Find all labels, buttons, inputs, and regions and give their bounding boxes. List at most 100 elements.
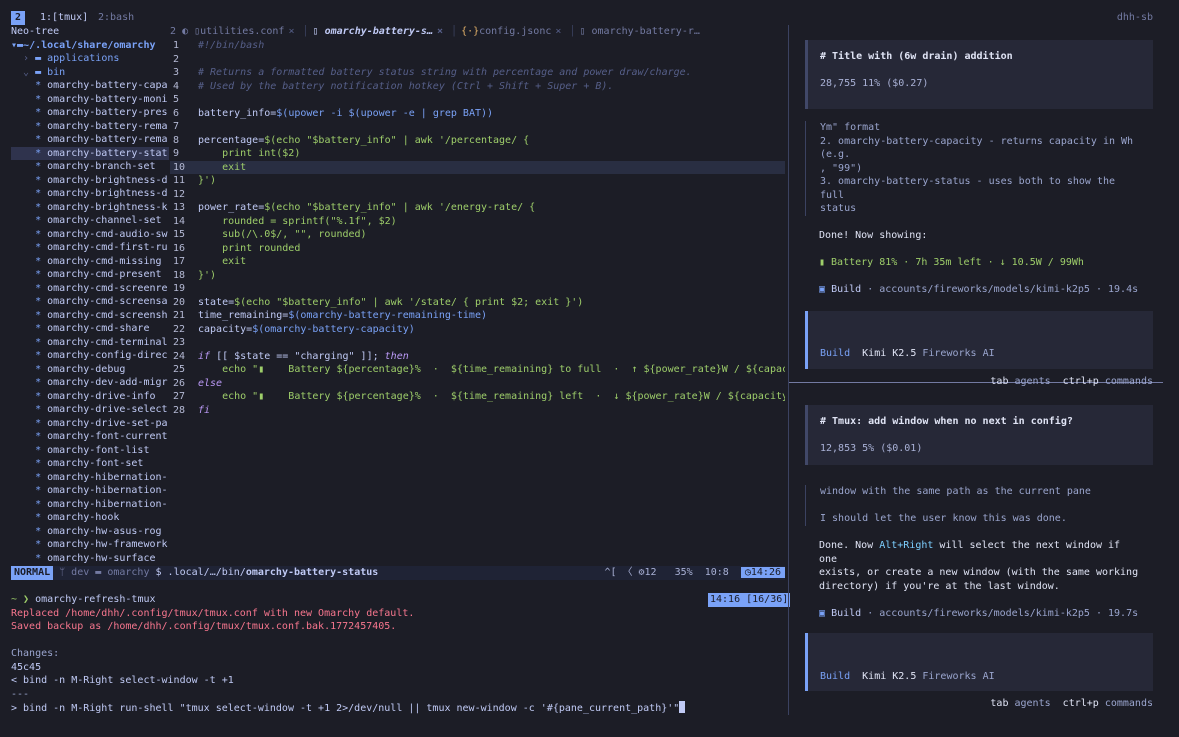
tree-file[interactable]: * omarchy-dev-add-migr (11, 376, 169, 390)
tree-header: Neo-tree (11, 26, 60, 37)
tree-dir-applications[interactable]: › ▬ applications (11, 52, 169, 66)
tree-file[interactable]: * omarchy-hw-surface (11, 552, 169, 566)
battery-output: ▮ Battery 81% · 7h 35m left · ↓ 10.5W / … (819, 257, 1084, 268)
tree-file[interactable]: * omarchy-config-direc (11, 349, 169, 363)
back-icon: ◐ (182, 26, 189, 37)
terminal-line: 45c45 (11, 661, 42, 673)
terminal-pane[interactable]: ~ ❯ omarchy-refresh-tmux Replaced /home/… (11, 593, 785, 723)
tree-file[interactable]: * omarchy-cmd-terminal (11, 336, 169, 350)
project-folder: omarchy (101, 567, 150, 578)
tree-file[interactable]: * omarchy-hw-asus-rog (11, 525, 169, 539)
tree-file[interactable]: * omarchy-font-set (11, 457, 169, 471)
executable-icon: * (11, 215, 48, 226)
chevron-right-icon: › (11, 53, 36, 64)
file-path-name: omarchy-battery-status (245, 567, 379, 578)
tree-file[interactable]: * omarchy-font-current (11, 430, 169, 444)
tree-file[interactable]: * omarchy-hibernation- (11, 471, 169, 485)
file-icon: ▯ (579, 26, 592, 37)
braces-icon: {·} (461, 26, 480, 37)
editor-tabs: 2 ◐ ▯utilities.conf × │ ▯ omarchy-battery-… (170, 25, 785, 39)
tree-file[interactable]: * omarchy-hibernation- (11, 484, 169, 498)
tmux-window-1[interactable]: 1:[tmux] (40, 11, 88, 25)
tab-omarchy-battery-remaining[interactable]: │ ▯ omarchy-battery-r… (569, 25, 699, 39)
tree-file[interactable]: * omarchy-channel-set (11, 214, 169, 228)
close-icon[interactable]: × (555, 26, 561, 37)
terminal-line: Replaced /home/dhh/.config/tmux/tmux.con… (11, 607, 415, 619)
tree-file[interactable]: * omarchy-cmd-share (11, 322, 169, 336)
tree-file[interactable]: * omarchy-battery-stat (11, 146, 169, 160)
tree-file[interactable]: * omarchy-cmd-screensh (11, 309, 169, 323)
tree-file[interactable]: * omarchy-battery-pres (11, 106, 169, 120)
tmux-status-bar (0, 0, 1179, 26)
executable-icon: * (11, 201, 48, 213)
tree-file[interactable]: * omarchy-cmd-screensa (11, 295, 169, 309)
tree-file[interactable]: * omarchy-cmd-audio-sw (11, 228, 169, 242)
code-line: 3 # Returns a formatted battery status st… (173, 67, 692, 78)
tree-file[interactable]: * omarchy-cmd-first-ru (11, 241, 169, 255)
executable-icon: * (11, 417, 48, 429)
executable-icon: * (11, 296, 48, 307)
tree-file[interactable]: * omarchy-cmd-missing (11, 255, 169, 269)
tree-file[interactable]: * omarchy-drive-info (11, 390, 169, 404)
executable-icon: * (11, 161, 48, 172)
terminal-cursor (679, 701, 686, 713)
close-icon[interactable]: × (437, 26, 443, 37)
chevron-down-icon: ⌄ (11, 66, 36, 78)
tree-file[interactable]: * omarchy-hook (11, 511, 169, 525)
code-line: 2 (173, 53, 180, 65)
tree-file[interactable]: * omarchy-drive-set-pa (11, 417, 169, 431)
executable-icon: * (11, 120, 48, 132)
prompt-input[interactable]: Build Kimi K2.5 Fireworks AI (805, 633, 1153, 691)
tree-file[interactable]: * omarchy-brightness-k (11, 201, 169, 215)
folder-icon: ▬ (89, 567, 102, 578)
tab-config-jsonc[interactable]: │ {·}config.jsonc × (451, 25, 561, 39)
tmux-window-2[interactable]: 2:bash (98, 11, 134, 25)
tree-file[interactable]: * omarchy-battery-moni (11, 93, 169, 107)
tree-file[interactable]: * omarchy-debug (11, 363, 169, 377)
executable-icon: * (11, 242, 48, 253)
tree-root[interactable]: ▾▬~/.local/share/omarchy (11, 39, 169, 53)
tree-file[interactable]: * omarchy-drive-select (11, 403, 169, 417)
code-line: 27 echo "▮ Battery ${percentage}% · ${ti… (173, 391, 785, 402)
session-header: # Title with (6w drain) addition 28,755 … (805, 40, 1153, 109)
file-icon: ▯ (312, 26, 325, 37)
executable-icon: * (11, 390, 48, 402)
code-line: 26 else (173, 377, 223, 389)
prompt-input[interactable]: Build Kimi K2.5 Fireworks AI (805, 310, 1153, 369)
tab-omarchy-battery-status[interactable]: │ ▯ omarchy-battery-s… × (303, 25, 443, 39)
tree-dir-bin[interactable]: ⌄ ▬ bin (11, 66, 169, 80)
gear-icon: ▣ (819, 284, 826, 295)
tmux-window-number[interactable]: 2 (11, 11, 26, 25)
tmux-hostname: dhh-sb (1116, 12, 1153, 23)
close-icon[interactable]: × (288, 26, 294, 37)
tree-file[interactable]: * omarchy-cmd-screenre (11, 282, 169, 296)
tree-file[interactable]: * omarchy-brightness-d (11, 187, 169, 201)
agent-session-2: # Tmux: add window when no next in confi… (805, 405, 1153, 711)
tree-file[interactable]: * omarchy-battery-capa (11, 79, 169, 93)
executable-icon: * (11, 336, 48, 348)
code-line-current: 10 exit (170, 160, 785, 174)
tree-file[interactable]: * omarchy-cmd-present (11, 268, 169, 282)
tree-file[interactable]: * omarchy-battery-rema (11, 133, 169, 147)
executable-icon: * (11, 255, 48, 267)
tree-file[interactable]: * omarchy-hibernation- (11, 498, 169, 512)
agent-session-1: # Title with (6w drain) addition 28,755 … (805, 40, 1153, 388)
tree-file[interactable]: * omarchy-brightness-d (11, 174, 169, 188)
assistant-reply: Done. Now Alt+Right will select the next… (819, 540, 1139, 619)
vim-mode: NORMAL (11, 566, 54, 580)
tree-file[interactable]: * omarchy-branch-set (11, 160, 169, 174)
gear-icon: ▣ (819, 607, 826, 619)
tab-utilities-conf[interactable]: 2 ◐ ▯utilities.conf × (170, 25, 294, 39)
code-line: 7 (173, 121, 180, 132)
terminal-line: Changes: (11, 648, 60, 659)
executable-icon: * (11, 498, 48, 510)
build-info: ▣ Build · accounts/fireworks/models/kimi… (819, 607, 1139, 619)
executable-icon: * (11, 309, 48, 321)
code-editor[interactable]: 1 #!/bin/bash 2 3 # Returns a formatted ba… (170, 39, 785, 566)
tree-file[interactable]: * omarchy-battery-rema (11, 120, 169, 134)
tree-file[interactable]: * omarchy-font-list (11, 444, 169, 458)
code-line: 24 if [[ $state == "charging" ]]; then (173, 350, 409, 362)
terminal-line: Saved backup as /home/dhh/.config/tmux/t… (11, 621, 397, 632)
tree-file[interactable]: * omarchy-hw-framework (11, 538, 169, 552)
pane-divider[interactable] (788, 25, 789, 715)
